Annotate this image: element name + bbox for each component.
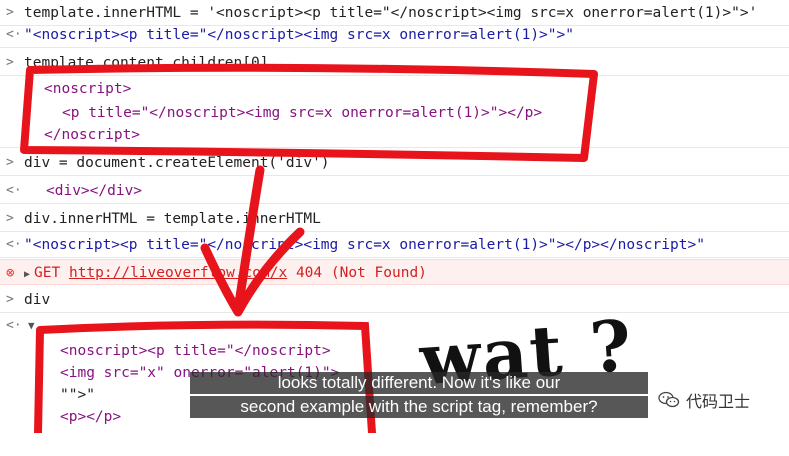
console-command: div.innerHTML = template.innerHTML — [24, 211, 321, 227]
dom-tree-node[interactable]: </noscript> — [0, 122, 789, 148]
dom-open-tag: <noscript> — [44, 81, 132, 97]
watermark: 代码卫士 — [658, 388, 750, 412]
watermark-label: 代码卫士 — [686, 392, 751, 411]
console-input-line[interactable]: > div.innerHTML = template.innerHTML — [0, 206, 789, 232]
error-method: GET — [34, 265, 61, 281]
console-command: div — [24, 292, 51, 308]
error-icon: ⊗ — [6, 265, 15, 281]
console-input-line[interactable]: > template.content.children[0] — [0, 50, 789, 76]
result-arrow-icon: <· — [6, 27, 22, 42]
subtitle-line-1: looks totally different. Now it's like o… — [190, 372, 648, 394]
expand-triangle-icon[interactable]: ▶ — [24, 269, 30, 280]
error-status: 404 (Not Found) — [295, 265, 427, 281]
console-input-line[interactable]: > div = document.createElement('div') — [0, 150, 789, 176]
console-input-line[interactable]: > div — [0, 287, 789, 313]
console-result-line[interactable]: <· <div></div> — [0, 178, 789, 204]
console-error-line[interactable]: ⊗ ▶ GET http://liveoverflow.com/x 404 (No… — [0, 259, 789, 285]
console-result-line: <· "<noscript><p title="</noscript><img … — [0, 232, 789, 258]
result-arrow-icon: <· — [6, 183, 22, 198]
console-result-line[interactable]: <· ▼ — [0, 313, 789, 339]
dom-node: <p></p> — [60, 409, 122, 425]
dom-tree-node[interactable]: <noscript> — [0, 76, 789, 102]
expand-triangle-icon[interactable]: ▼ — [28, 313, 35, 339]
console-result-line: <· "<noscript><p title="</noscript><img … — [0, 22, 789, 48]
result-arrow-icon: <· — [6, 318, 22, 333]
console-result: "<noscript><p title="</noscript><img src… — [24, 237, 705, 253]
prompt-icon: > — [6, 155, 14, 170]
error-message: ▶ GET http://liveoverflow.com/x 404 (Not … — [24, 260, 427, 288]
wechat-icon — [658, 391, 680, 408]
dom-element-result: <div></div> — [46, 183, 143, 199]
console-command: div = document.createElement('div') — [24, 155, 330, 171]
subtitle-line-2: second example with the script tag, reme… — [190, 396, 648, 418]
prompt-icon: > — [6, 211, 14, 226]
prompt-icon: > — [6, 292, 14, 307]
result-arrow-icon: <· — [6, 237, 22, 252]
prompt-icon: > — [6, 55, 14, 70]
console-result: "<noscript><p title="</noscript><img src… — [24, 27, 574, 43]
error-url-link[interactable]: http://liveoverflow.com/x — [69, 265, 287, 281]
dom-close-tag: </noscript> — [44, 127, 141, 143]
console-command: template.content.children[0] — [24, 55, 269, 71]
